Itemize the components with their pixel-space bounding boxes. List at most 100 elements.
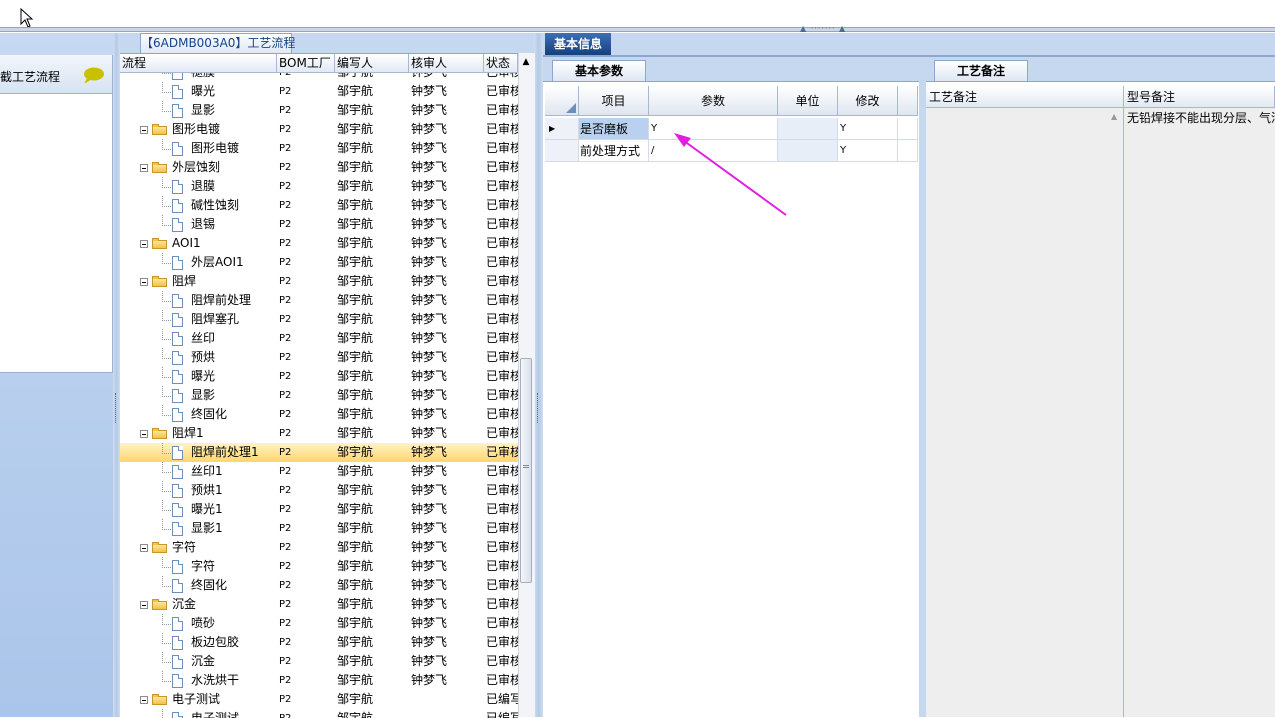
tree-folder-row[interactable]: 电子测试P2邹宇航已编写 (120, 690, 518, 709)
tree-step-row[interactable]: 外层AOI1P2邹宇航钟梦飞已审核 (120, 253, 518, 272)
model-remark-field[interactable] (1124, 108, 1275, 717)
param-item-cell[interactable]: 是否磨板 (579, 118, 649, 140)
tree-step-row[interactable]: 曝光1P2邹宇航钟梦飞已审核 (120, 500, 518, 519)
tree-node[interactable]: 字符 (172, 557, 277, 576)
tree-step-row[interactable]: 丝印P2邹宇航钟梦飞已审核 (120, 329, 518, 348)
tab-basic-info[interactable]: 基本信息 (545, 33, 611, 55)
collapse-icon[interactable] (140, 430, 148, 438)
tree-step-row[interactable]: 丝印1P2邹宇航钟梦飞已审核 (120, 462, 518, 481)
tree-node[interactable]: 丝印1 (172, 462, 277, 481)
column-header-bom-factory[interactable]: BOM工厂 (277, 54, 335, 73)
tree-step-row[interactable]: 终固化P2邹宇航钟梦飞已审核 (120, 405, 518, 424)
tree-step-row[interactable]: 阻焊前处理1P2邹宇航钟梦飞已审核 (120, 443, 518, 462)
tree-node[interactable]: 显影 (172, 101, 277, 120)
row-indicator[interactable] (545, 140, 579, 162)
tree-step-row[interactable]: 沉金P2邹宇航钟梦飞已审核 (120, 652, 518, 671)
tree-node[interactable]: 字符 (140, 538, 277, 557)
tree-step-row[interactable]: 预烘P2邹宇航钟梦飞已审核 (120, 348, 518, 367)
tree-folder-row[interactable]: 字符P2邹宇航钟梦飞已审核 (120, 538, 518, 557)
row-header-corner[interactable] (545, 86, 579, 116)
tab-basic-params[interactable]: 基本参数 (552, 60, 646, 81)
scroll-up-icon[interactable]: ▲ (518, 54, 534, 70)
tree-node[interactable]: 沉金 (140, 595, 277, 614)
tree-step-row[interactable]: 图形电镀P2邹宇航钟梦飞已审核 (120, 139, 518, 158)
tree-folder-row[interactable]: 沉金P2邹宇航钟梦飞已审核 (120, 595, 518, 614)
collapse-icon[interactable] (140, 164, 148, 172)
tree-folder-row[interactable]: 阻焊1P2邹宇航钟梦飞已审核 (120, 424, 518, 443)
column-header-modify[interactable]: 修改 (838, 86, 898, 116)
param-item-cell[interactable]: 前处理方式 (579, 140, 649, 162)
param-modify-cell[interactable]: Y (838, 118, 898, 140)
collapse-icon[interactable] (140, 240, 148, 248)
tree-node[interactable]: 丝印 (172, 329, 277, 348)
tree-node[interactable]: 水洗烘干 (172, 671, 277, 690)
column-header-flow[interactable]: 流程 (120, 54, 277, 73)
tree-node[interactable]: 显影 (172, 386, 277, 405)
scrollbar-thumb[interactable] (520, 358, 532, 583)
tree-step-row[interactable]: 显影P2邹宇航钟梦飞已审核 (120, 386, 518, 405)
collapse-icon[interactable] (140, 696, 148, 704)
collapse-icon[interactable] (140, 278, 148, 286)
tree-step-row[interactable]: 预烘1P2邹宇航钟梦飞已审核 (120, 481, 518, 500)
collapse-icon[interactable] (140, 544, 148, 552)
column-header-writer[interactable]: 编写人 (335, 54, 409, 73)
tree-node[interactable]: 图形电镀 (140, 120, 277, 139)
tree-node[interactable]: 外层AOI1 (172, 253, 277, 272)
splitter-grip-icon[interactable]: ▲ ······· ▲ (800, 26, 855, 32)
tree-node[interactable]: 阻焊前处理1 (172, 443, 277, 462)
tree-node[interactable]: 退锡 (172, 215, 277, 234)
tree-step-row[interactable]: 字符P2邹宇航钟梦飞已审核 (120, 557, 518, 576)
tree-step-row[interactable]: 终固化P2邹宇航钟梦飞已审核 (120, 576, 518, 595)
tree-step-row[interactable]: 显影1P2邹宇航钟梦飞已审核 (120, 519, 518, 538)
process-remark-field[interactable] (926, 108, 1124, 717)
tree-step-row[interactable]: 板边包胶P2邹宇航钟梦飞已审核 (120, 633, 518, 652)
tree-node[interactable]: 预烘 (172, 348, 277, 367)
column-header-reviewer[interactable]: 核审人 (409, 54, 484, 73)
tree-node[interactable]: 碱性蚀刻 (172, 196, 277, 215)
tree-node[interactable]: 退膜 (172, 177, 277, 196)
tree-node[interactable]: 沉金 (172, 652, 277, 671)
tree-folder-row[interactable]: AOI1P2邹宇航钟梦飞已审核 (120, 234, 518, 253)
tree-step-row[interactable]: 显影P2邹宇航钟梦飞已审核 (120, 101, 518, 120)
tree-node[interactable]: 终固化 (172, 405, 277, 424)
tree-node[interactable]: 阻焊1 (140, 424, 277, 443)
tree-node[interactable]: 喷砂 (172, 614, 277, 633)
tree-step-row[interactable]: 喷砂P2邹宇航钟梦飞已审核 (120, 614, 518, 633)
tree-step-row[interactable]: 曝光P2邹宇航钟梦飞已审核 (120, 82, 518, 101)
column-header-model-remark[interactable]: 型号备注 (1124, 86, 1275, 108)
collapse-icon[interactable] (140, 126, 148, 134)
middle-splitter[interactable] (534, 33, 543, 717)
tree-node[interactable]: 预烘1 (172, 481, 277, 500)
tree-node[interactable]: 阻焊塞孔 (172, 310, 277, 329)
top-splitter[interactable] (0, 27, 1275, 32)
column-header-process-remark[interactable]: 工艺备注 (926, 86, 1124, 108)
tree-node[interactable]: 阻焊 (140, 272, 277, 291)
tree-folder-row[interactable]: 阻焊P2邹宇航钟梦飞已审核 (120, 272, 518, 291)
tree-node[interactable]: 外层蚀刻 (140, 158, 277, 177)
tree-step-row[interactable]: 阻焊塞孔P2邹宇航钟梦飞已审核 (120, 310, 518, 329)
tree-node[interactable]: 板边包胶 (172, 633, 277, 652)
param-modify-cell[interactable]: Y (838, 140, 898, 162)
tree-step-row[interactable]: 退锡P2邹宇航钟梦飞已审核 (120, 215, 518, 234)
chat-bubble-icon[interactable] (82, 67, 104, 83)
collapse-icon[interactable] (140, 601, 148, 609)
row-indicator[interactable]: ▶ (545, 118, 579, 140)
column-header-status[interactable]: 状态 (484, 54, 518, 73)
tree-node[interactable]: 图形电镀 (172, 139, 277, 158)
tree-folder-row[interactable]: 外层蚀刻P2邹宇航钟梦飞已审核 (120, 158, 518, 177)
column-header-item[interactable]: 项目 (579, 86, 649, 116)
tree-step-row[interactable]: 阻焊前处理P2邹宇航钟梦飞已审核 (120, 291, 518, 310)
tree-node[interactable]: 曝光1 (172, 500, 277, 519)
tab-process-flow[interactable]: 【6ADMB003A0】工艺流程 (140, 33, 292, 53)
tree-node[interactable]: 电子测试 (140, 690, 277, 709)
column-header-param[interactable]: 参数 (649, 86, 778, 116)
tree-step-row[interactable]: 水洗烘干P2邹宇航钟梦飞已审核 (120, 671, 518, 690)
scroll-up-icon[interactable]: ▲ (1111, 112, 1117, 121)
tree-node[interactable]: 阻焊前处理 (172, 291, 277, 310)
tab-process-remarks[interactable]: 工艺备注 (934, 60, 1028, 81)
tree-node[interactable]: 曝光 (172, 82, 277, 101)
tree-node[interactable]: 终固化 (172, 576, 277, 595)
tree-step-row[interactable]: 曝光P2邹宇航钟梦飞已审核 (120, 367, 518, 386)
tree-node[interactable]: 显影1 (172, 519, 277, 538)
column-header-unit[interactable]: 单位 (778, 86, 838, 116)
